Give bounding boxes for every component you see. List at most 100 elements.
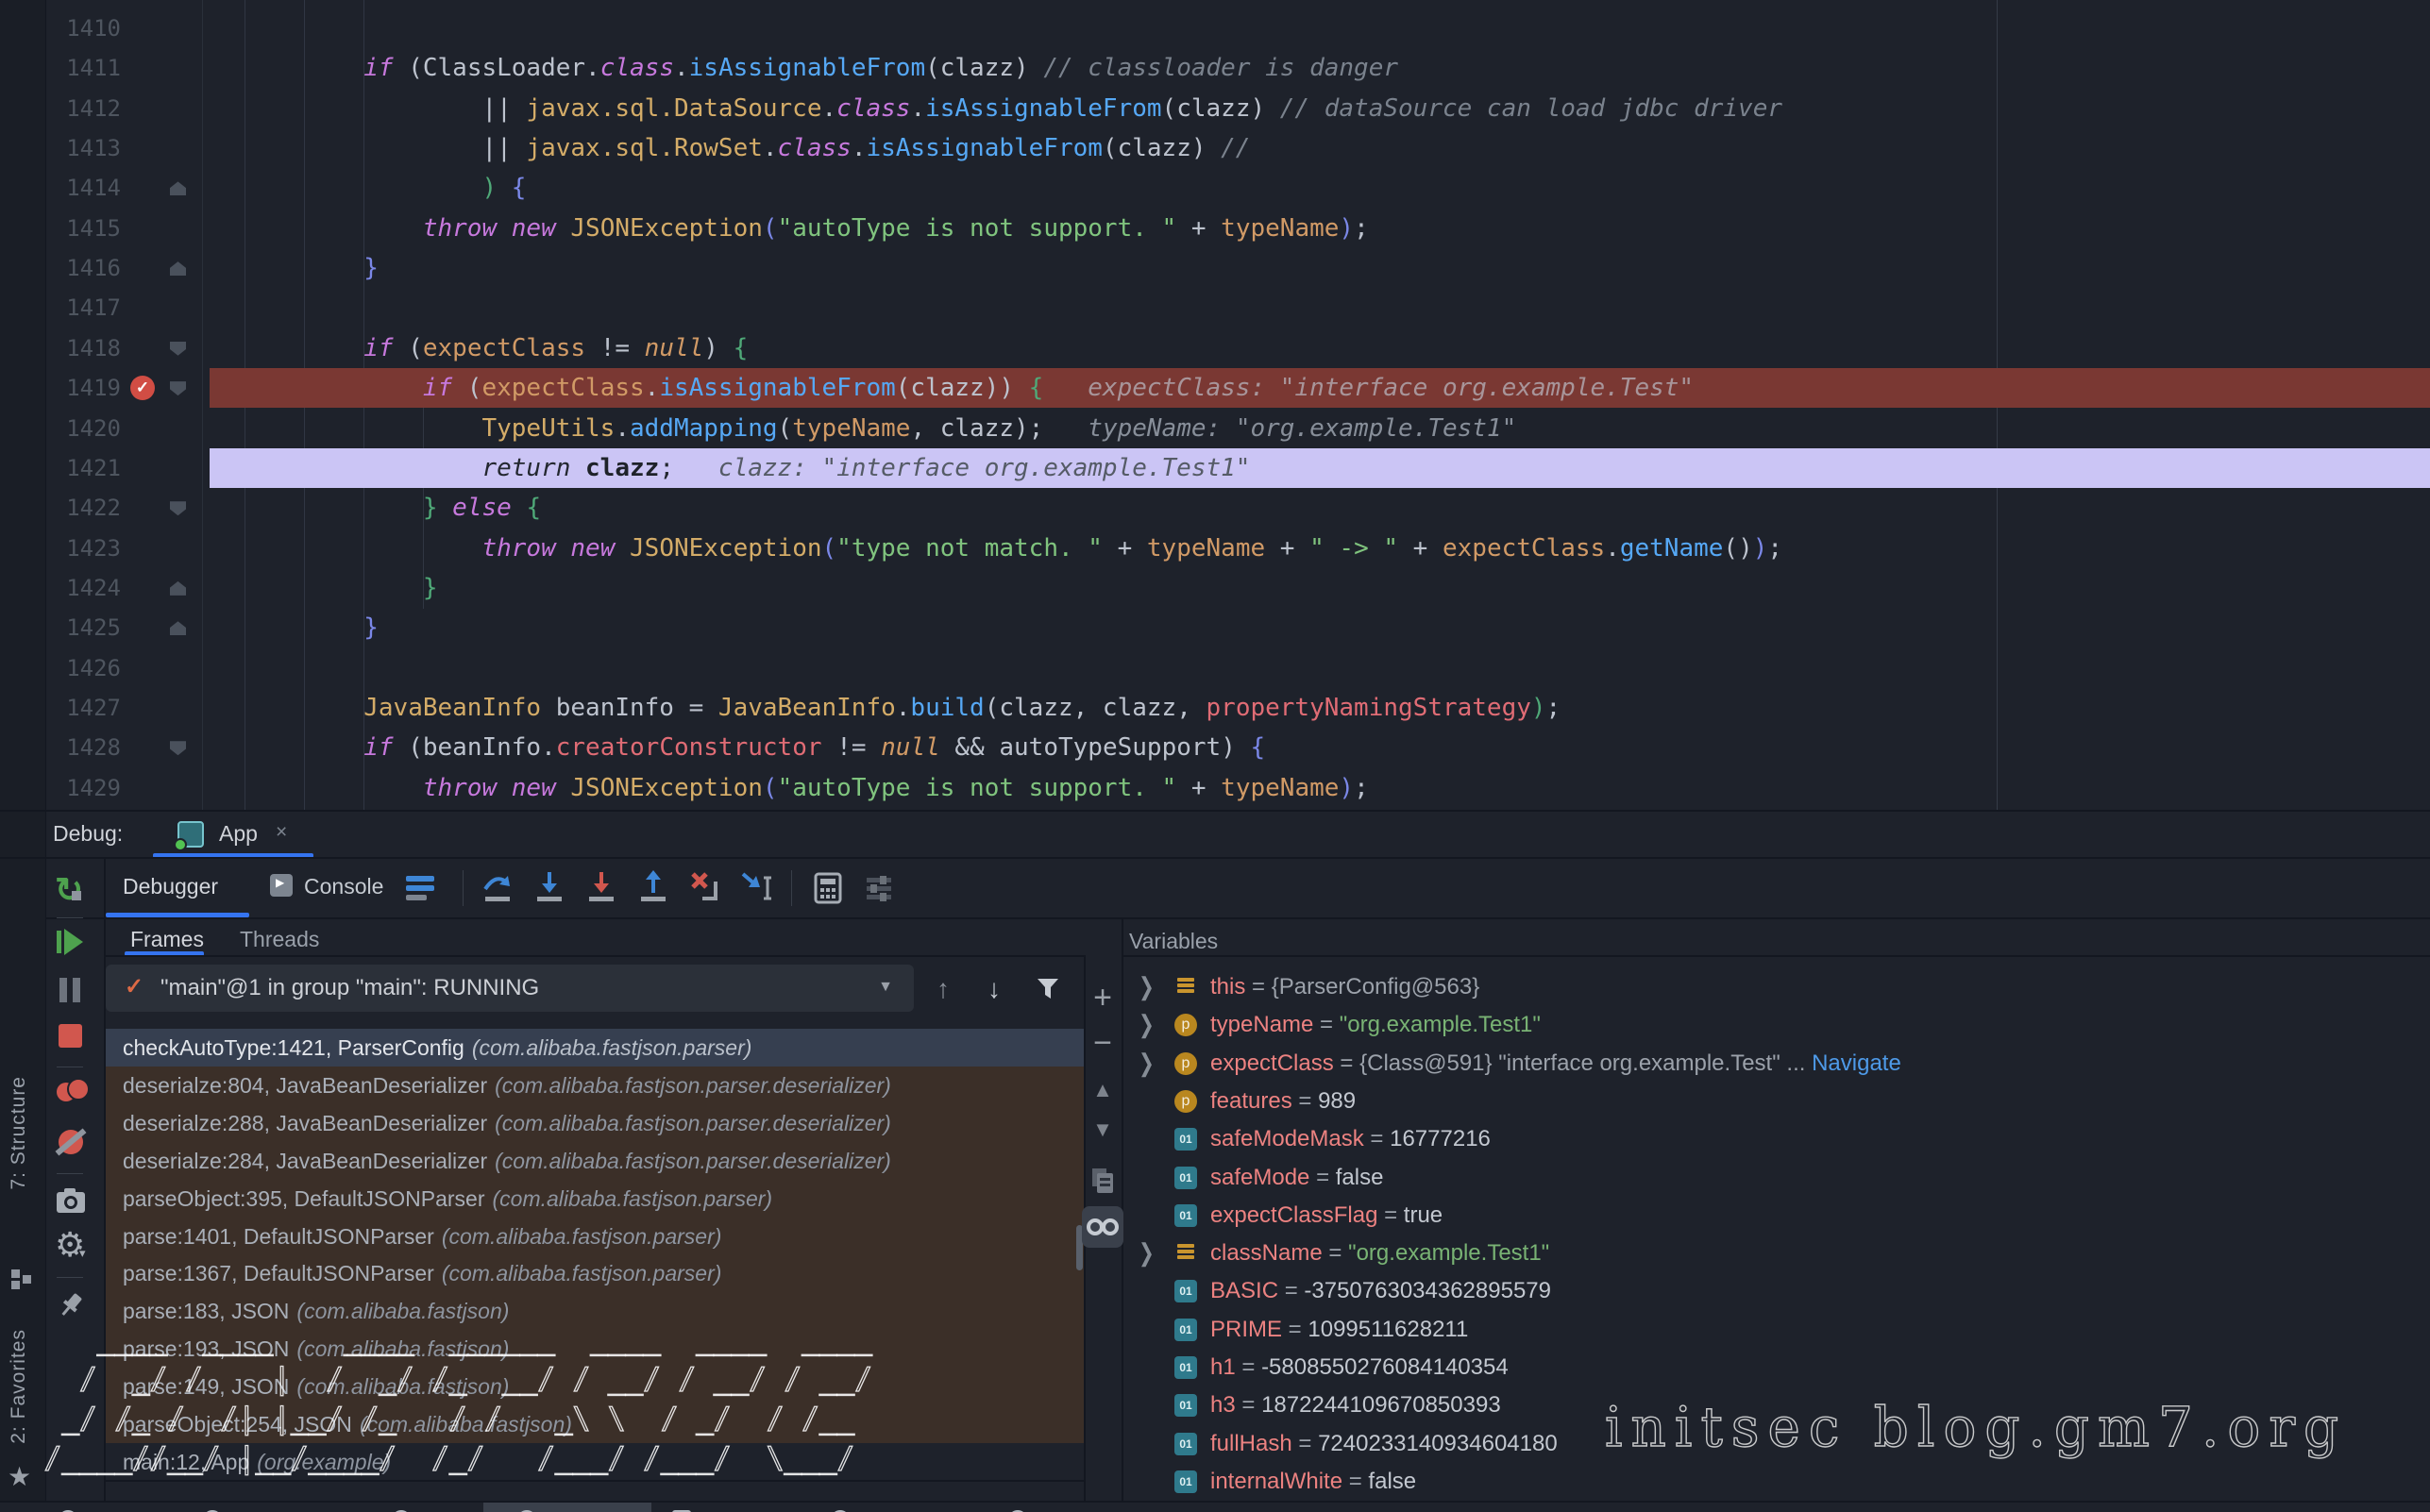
code-line-1428[interactable]: 1428 if (beanInfo.creatorConstructor != …	[0, 728, 2430, 767]
sidebar-item-favorites[interactable]: 2: Favorites	[8, 1329, 30, 1444]
frame-row[interactable]: checkAutoType:1421, ParserConfig(com.ali…	[106, 1029, 1084, 1067]
line-number[interactable]: 1414	[42, 168, 121, 208]
code-line-1427[interactable]: 1427 JavaBeanInfo beanInfo = JavaBeanInf…	[0, 688, 2430, 728]
code-line-1419[interactable]: 1419✓ if (expectClass.isAssignableFrom(c…	[0, 368, 2430, 408]
line-number[interactable]: 1422	[42, 488, 121, 528]
tab-app[interactable]: App	[219, 821, 258, 847]
frame-row[interactable]: deserialze:288, JavaBeanDeserializer(com…	[106, 1104, 1084, 1142]
tab-console[interactable]: Console	[304, 874, 383, 899]
variable-row[interactable]: 01BASIC = -3750763034362895579	[1123, 1272, 2430, 1310]
thread-dump-camera-icon[interactable]	[55, 1184, 87, 1217]
variable-row[interactable]: 01fullHash = 7240233140934604180	[1123, 1425, 2430, 1463]
line-number[interactable]: 1424	[42, 568, 121, 608]
line-number[interactable]: 1410	[42, 8, 121, 48]
frame-row[interactable]: parseObject:254, JSON(com.alibaba.fastjs…	[106, 1405, 1084, 1443]
frame-row[interactable]: parse:183, JSON(com.alibaba.fastjson)	[106, 1292, 1084, 1330]
code-line-1417[interactable]: 1417	[0, 288, 2430, 328]
line-number[interactable]: 1416	[42, 248, 121, 288]
breakpoint-icon[interactable]: ✓	[130, 376, 155, 400]
fold-marker-icon[interactable]	[170, 741, 186, 755]
mute-breakpoints-icon[interactable]	[55, 1126, 87, 1158]
line-number[interactable]: 1426	[42, 648, 121, 688]
view-breakpoints-icon[interactable]	[55, 1077, 87, 1109]
force-step-into-icon[interactable]	[585, 870, 617, 906]
duplicate-watch-icon[interactable]	[1084, 1167, 1122, 1200]
variable-row[interactable]: 01h1 = -5808550276084140354	[1123, 1349, 2430, 1386]
line-number[interactable]: 1417	[42, 288, 121, 328]
variable-row[interactable]: ❯this = {ParserConfig@563}	[1123, 968, 2430, 1006]
fold-marker-icon[interactable]	[170, 181, 186, 195]
tab-frames[interactable]: Frames	[130, 927, 204, 952]
line-number[interactable]: 1429	[42, 768, 121, 808]
run-to-cursor-icon[interactable]	[741, 870, 773, 906]
resume-icon[interactable]	[55, 927, 87, 959]
frame-row[interactable]: parse:149, JSON(com.alibaba.fastjson)	[106, 1368, 1084, 1405]
fold-marker-icon[interactable]	[170, 381, 186, 395]
line-number[interactable]: 1415	[42, 209, 121, 248]
evaluate-expression-icon[interactable]	[812, 870, 844, 906]
variable-row[interactable]: 01PRIME = 1099511628211	[1123, 1311, 2430, 1349]
code-line-1421[interactable]: 1421 return clazz; clazz: "interface org…	[0, 448, 2430, 488]
code-line-1420[interactable]: 1420 TypeUtils.addMapping(typeName, claz…	[0, 409, 2430, 448]
drop-frame-icon[interactable]	[689, 870, 721, 906]
frame-row[interactable]: parse:1367, DefaultJSONParser(com.alibab…	[106, 1254, 1084, 1292]
frame-row[interactable]: deserialze:284, JavaBeanDeserializer(com…	[106, 1142, 1084, 1180]
variable-row[interactable]: ❯className = "org.example.Test1"	[1123, 1235, 2430, 1272]
line-number[interactable]: 1419	[42, 368, 121, 408]
show-execution-point-icon[interactable]	[406, 872, 434, 904]
code-editor[interactable]: 14101411 if (ClassLoader.class.isAssigna…	[0, 0, 2430, 810]
move-watch-down-icon[interactable]: ▼	[1084, 1117, 1122, 1142]
variable-row[interactable]: 01safeModeMask = 16777216	[1123, 1120, 2430, 1158]
line-number[interactable]: 1420	[42, 409, 121, 448]
frame-row[interactable]: parse:1401, DefaultJSONParser(com.alibab…	[106, 1218, 1084, 1255]
move-watch-up-icon[interactable]: ▲	[1084, 1078, 1122, 1102]
expand-chevron-icon[interactable]: ❯	[1139, 1039, 1155, 1088]
pause-icon[interactable]	[55, 974, 87, 1006]
line-number[interactable]: 1423	[42, 529, 121, 568]
code-line-1422[interactable]: 1422 } else {	[0, 488, 2430, 528]
line-number[interactable]: 1421	[42, 448, 121, 488]
navigate-link[interactable]: Navigate	[1812, 1050, 1901, 1076]
expand-chevron-icon[interactable]: ❯	[1139, 1229, 1155, 1278]
code-line-1424[interactable]: 1424 }	[0, 568, 2430, 608]
tab-debugger[interactable]: Debugger	[123, 874, 218, 899]
frame-row[interactable]: main:12, App(org.example)	[106, 1443, 1084, 1481]
code-line-1415[interactable]: 1415 throw new JSONException("autoType i…	[0, 209, 2430, 248]
stop-icon[interactable]	[55, 1020, 87, 1052]
prev-frame-icon[interactable]: ↑	[937, 974, 950, 1004]
structure-icon[interactable]	[11, 1269, 32, 1290]
line-number[interactable]: 1418	[42, 328, 121, 368]
show-watches-icon[interactable]	[1082, 1206, 1123, 1248]
pin-icon[interactable]	[55, 1289, 87, 1321]
line-number[interactable]: 1427	[42, 688, 121, 728]
fold-marker-icon[interactable]	[170, 342, 186, 356]
fold-marker-icon[interactable]	[170, 581, 186, 596]
variable-row[interactable]: 01h3 = 1872244109670850393	[1123, 1386, 2430, 1424]
fold-marker-icon[interactable]	[170, 621, 186, 635]
variable-row[interactable]: ❯ptypeName = "org.example.Test1"	[1123, 1006, 2430, 1044]
frame-row[interactable]: parseObject:395, DefaultJSONParser(com.a…	[106, 1180, 1084, 1218]
filter-frames-icon[interactable]	[1035, 976, 1061, 1007]
code-line-1412[interactable]: 1412 || javax.sql.DataSource.class.isAss…	[0, 89, 2430, 128]
fold-marker-icon[interactable]	[170, 501, 186, 515]
frame-row[interactable]: parse:193, JSON(com.alibaba.fastjson)	[106, 1330, 1084, 1368]
code-line-1410[interactable]: 1410	[0, 8, 2430, 48]
code-line-1425[interactable]: 1425 }	[0, 608, 2430, 647]
variable-row[interactable]: 01safeMode = false	[1123, 1159, 2430, 1197]
code-line-1418[interactable]: 1418 if (expectClass != null) {	[0, 328, 2430, 368]
frame-row[interactable]: deserialze:804, JavaBeanDeserializer(com…	[106, 1067, 1084, 1104]
sidebar-item-structure[interactable]: 7: Structure	[8, 1076, 30, 1190]
step-out-icon[interactable]	[637, 870, 669, 906]
line-number[interactable]: 1412	[42, 89, 121, 128]
remove-watch-icon[interactable]: −	[1084, 1025, 1122, 1062]
variable-row[interactable]: ❯pexpectClass = {Class@591} "interface o…	[1123, 1045, 2430, 1083]
add-watch-icon[interactable]: +	[1084, 980, 1122, 1016]
layout-settings-icon[interactable]	[863, 870, 895, 906]
code-line-1416[interactable]: 1416 }	[0, 248, 2430, 288]
line-number[interactable]: 1425	[42, 608, 121, 647]
code-line-1413[interactable]: 1413 || javax.sql.RowSet.class.isAssigna…	[0, 128, 2430, 168]
variable-row[interactable]: 01internalWhite = false	[1123, 1463, 2430, 1501]
thread-dropdown[interactable]: ✓ "main"@1 in group "main": RUNNING ▼	[106, 965, 914, 1012]
code-line-1414[interactable]: 1414 ) {	[0, 168, 2430, 208]
code-line-1426[interactable]: 1426	[0, 648, 2430, 688]
